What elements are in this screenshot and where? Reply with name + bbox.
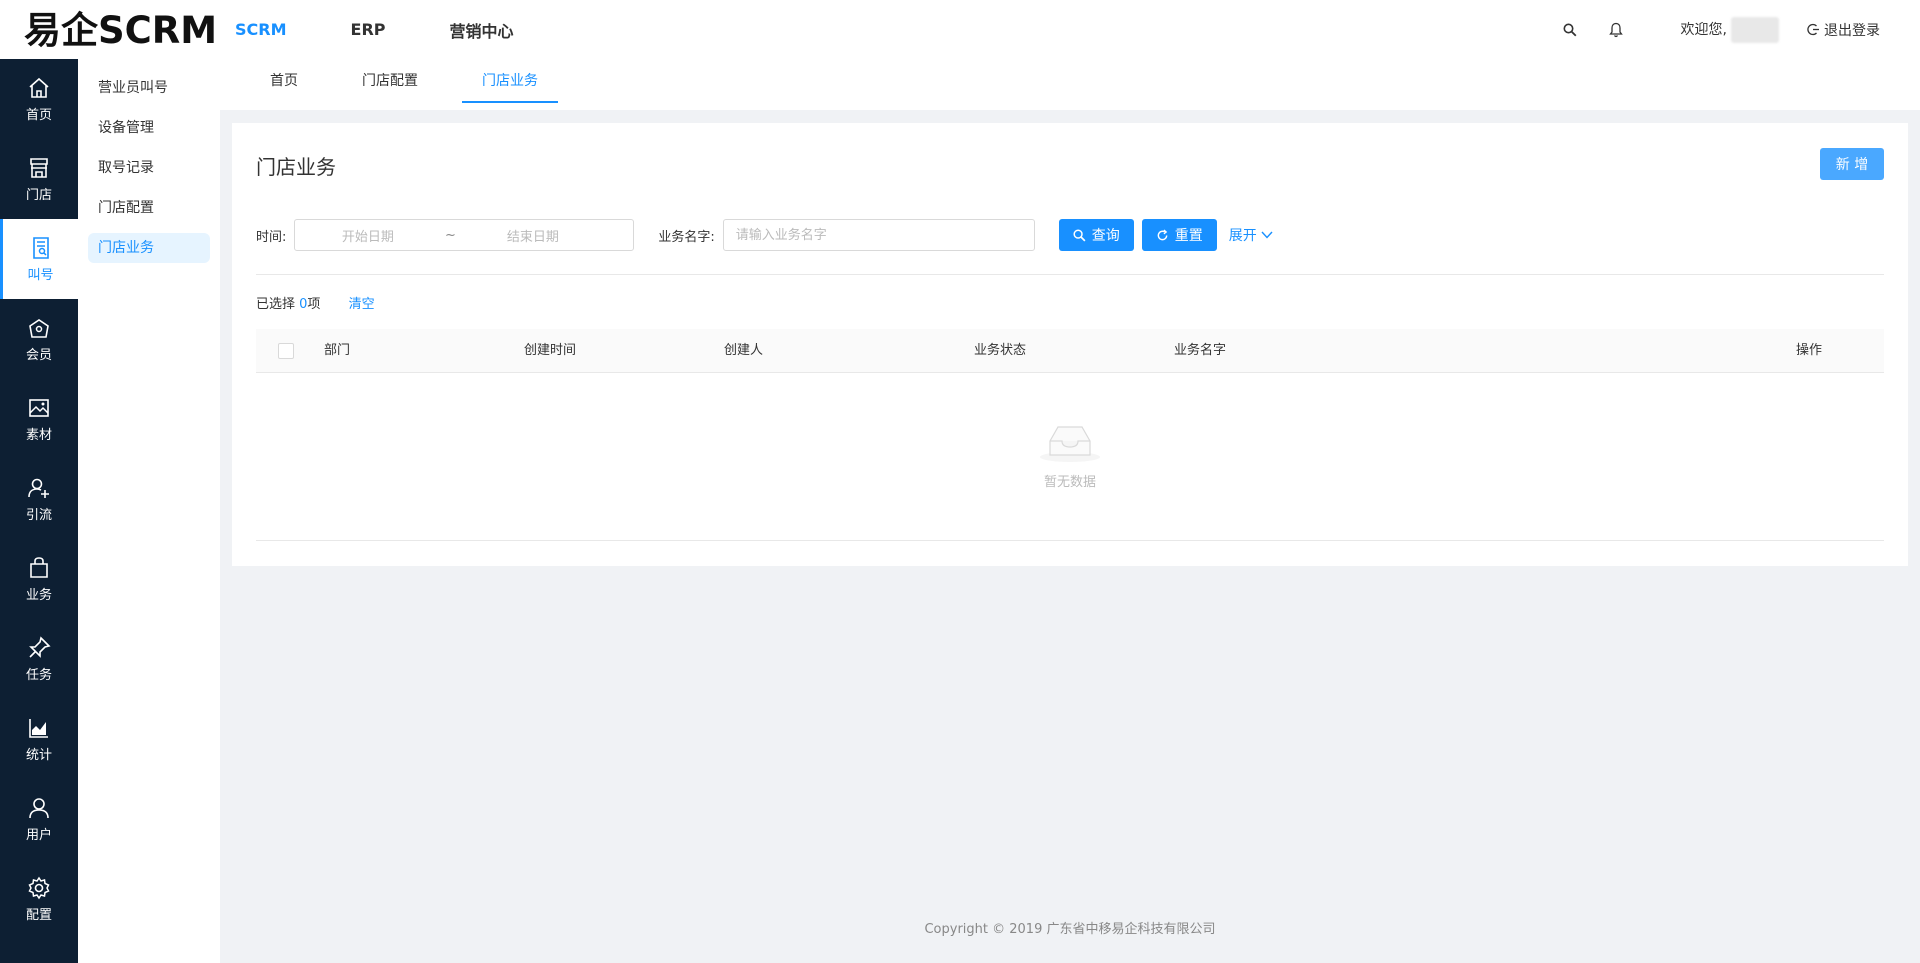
subnav-store-business[interactable]: 门店业务 (88, 233, 210, 263)
business-name-label: 业务名字: (658, 229, 715, 245)
logout-button[interactable]: 退出登录 (1807, 20, 1880, 40)
sidebar-item-user[interactable]: 用户 (0, 779, 78, 859)
search-button[interactable]: 查询 (1058, 219, 1134, 251)
reload-icon (1157, 228, 1168, 240)
bell-icon[interactable] (1607, 21, 1625, 39)
subnav-store-config[interactable]: 门店配置 (88, 193, 210, 223)
welcome-text: 欢迎您, (1680, 16, 1779, 43)
username-blurred (1731, 16, 1779, 43)
empty-text: 暂无数据 (1043, 475, 1096, 490)
sidebar-item-label: 会员 (25, 347, 52, 363)
top-nav-marketing[interactable]: 营销中心 (450, 18, 514, 42)
select-all-checkbox[interactable] (278, 343, 294, 359)
tab-store-config[interactable]: 门店配置 (342, 59, 438, 103)
start-date-placeholder[interactable]: 开始日期 (295, 226, 440, 245)
date-range-separator: ~ (444, 227, 456, 243)
app-logo: 易企SCRM (24, 9, 218, 52)
selected-prefix: 已选择 (256, 297, 300, 312)
column-business-status: 业务状态 (974, 343, 1027, 358)
bag-icon (30, 556, 48, 578)
column-department: 部门 (324, 343, 351, 358)
column-actions: 操作 (1796, 343, 1823, 358)
sidebar-item-queue[interactable]: 叫号 (0, 219, 78, 299)
pin-icon (29, 635, 51, 658)
store-icon (30, 157, 48, 178)
expand-toggle[interactable]: 展开 (1229, 225, 1273, 245)
top-nav-scrm[interactable]: SCRM (235, 20, 287, 39)
sidebar-item-member[interactable]: 会员 (0, 299, 78, 379)
expand-label: 展开 (1228, 228, 1257, 244)
welcome-label: 欢迎您, (1680, 21, 1727, 38)
subnav-ticket-records[interactable]: 取号记录 (88, 153, 210, 183)
sidebar-item-stats[interactable]: 统计 (0, 699, 78, 779)
user-add-icon (28, 478, 49, 498)
date-range-picker[interactable]: 开始日期 ~ 结束日期 (294, 219, 635, 251)
header-actions: 欢迎您, 退出登录 (1561, 0, 1880, 59)
logout-icon (1807, 23, 1819, 36)
page-tabs: 首页 门店配置 门店业务 (220, 59, 1920, 110)
column-creator: 创建人 (724, 343, 764, 358)
business-name-input[interactable] (722, 219, 1035, 251)
logout-label: 退出登录 (1824, 22, 1880, 39)
table-bottom-border (256, 540, 1884, 541)
sidebar-item-material[interactable]: 素材 (0, 379, 78, 459)
search-button-label: 查询 (1091, 228, 1120, 244)
inbox-icon (1038, 419, 1102, 467)
sidebar-item-label: 首页 (25, 107, 52, 123)
sidebar-item-traffic[interactable]: 引流 (0, 459, 78, 539)
sidebar-item-label: 统计 (25, 747, 52, 763)
sidebar-item-business[interactable]: 业务 (0, 539, 78, 619)
sidebar-item-label: 引流 (25, 507, 52, 523)
sidebar-item-store[interactable]: 门店 (0, 139, 78, 219)
content-card: 门店业务 新 增 时间: 开始日期 ~ 结束日期 业务名字: 查询 重置 展开 … (232, 123, 1908, 566)
clear-selection-link[interactable]: 清空 (349, 297, 375, 312)
sidebar-item-label: 素材 (25, 427, 52, 443)
top-header: 易企SCRM SCRM ERP 营销中心 欢迎您, 退出登录 (0, 0, 1920, 59)
page-title: 门店业务 (256, 155, 336, 179)
subnav-staff-call[interactable]: 营业员叫号 (88, 73, 210, 103)
sidebar-item-task[interactable]: 任务 (0, 619, 78, 699)
sidebar-item-label: 叫号 (27, 267, 54, 283)
column-created-time: 创建时间 (524, 343, 577, 358)
filter-divider (256, 274, 1884, 275)
copyright-footer: Copyright © 2019 广东省中移易企科技有限公司 (924, 922, 1216, 937)
reset-button-label: 重置 (1174, 228, 1203, 244)
selection-summary: 已选择 0项 清空 (256, 293, 375, 312)
tab-store-business[interactable]: 门店业务 (462, 59, 558, 103)
tab-home[interactable]: 首页 (250, 59, 318, 103)
filter-bar: 时间: 开始日期 ~ 结束日期 业务名字: 查询 重置 展开 (256, 219, 1273, 251)
ticket-icon (32, 236, 49, 259)
sidebar-item-label: 业务 (25, 587, 52, 603)
sidebar-item-label: 配置 (25, 907, 52, 923)
reset-button[interactable]: 重置 (1141, 219, 1217, 251)
add-button[interactable]: 新 增 (1820, 148, 1884, 180)
user-icon (29, 797, 49, 818)
chart-icon (29, 718, 48, 738)
selected-suffix: 项 (307, 297, 321, 312)
sidebar-item-label: 任务 (25, 667, 52, 683)
empty-state: 暂无数据 (232, 419, 1908, 490)
column-business-name: 业务名字 (1174, 343, 1227, 358)
top-nav: SCRM ERP 营销中心 (235, 0, 578, 59)
image-icon (29, 398, 49, 417)
sidebar-item-config[interactable]: 配置 (0, 859, 78, 939)
gear-icon (28, 876, 50, 899)
end-date-placeholder[interactable]: 结束日期 (460, 226, 605, 245)
time-label: 时间: (256, 229, 287, 245)
top-nav-erp[interactable]: ERP (351, 20, 386, 39)
chevron-down-icon (1261, 231, 1273, 239)
subnav-device-management[interactable]: 设备管理 (88, 113, 210, 143)
sidebar-item-label: 门店 (25, 187, 52, 203)
search-icon[interactable] (1561, 21, 1579, 39)
member-icon (29, 318, 49, 338)
search-icon (1073, 228, 1086, 241)
main-sidebar: 首页 门店 叫号 会员 素材 引流 业务 任务 统计 用户 配置 (0, 59, 78, 963)
sidebar-item-label: 用户 (25, 827, 52, 843)
home-icon (29, 77, 49, 98)
sidebar-item-home[interactable]: 首页 (0, 59, 78, 139)
table-header: 部门 创建时间 创建人 业务状态 业务名字 操作 (256, 329, 1884, 373)
sub-sidebar: 营业员叫号 设备管理 取号记录 门店配置 门店业务 (78, 59, 220, 963)
